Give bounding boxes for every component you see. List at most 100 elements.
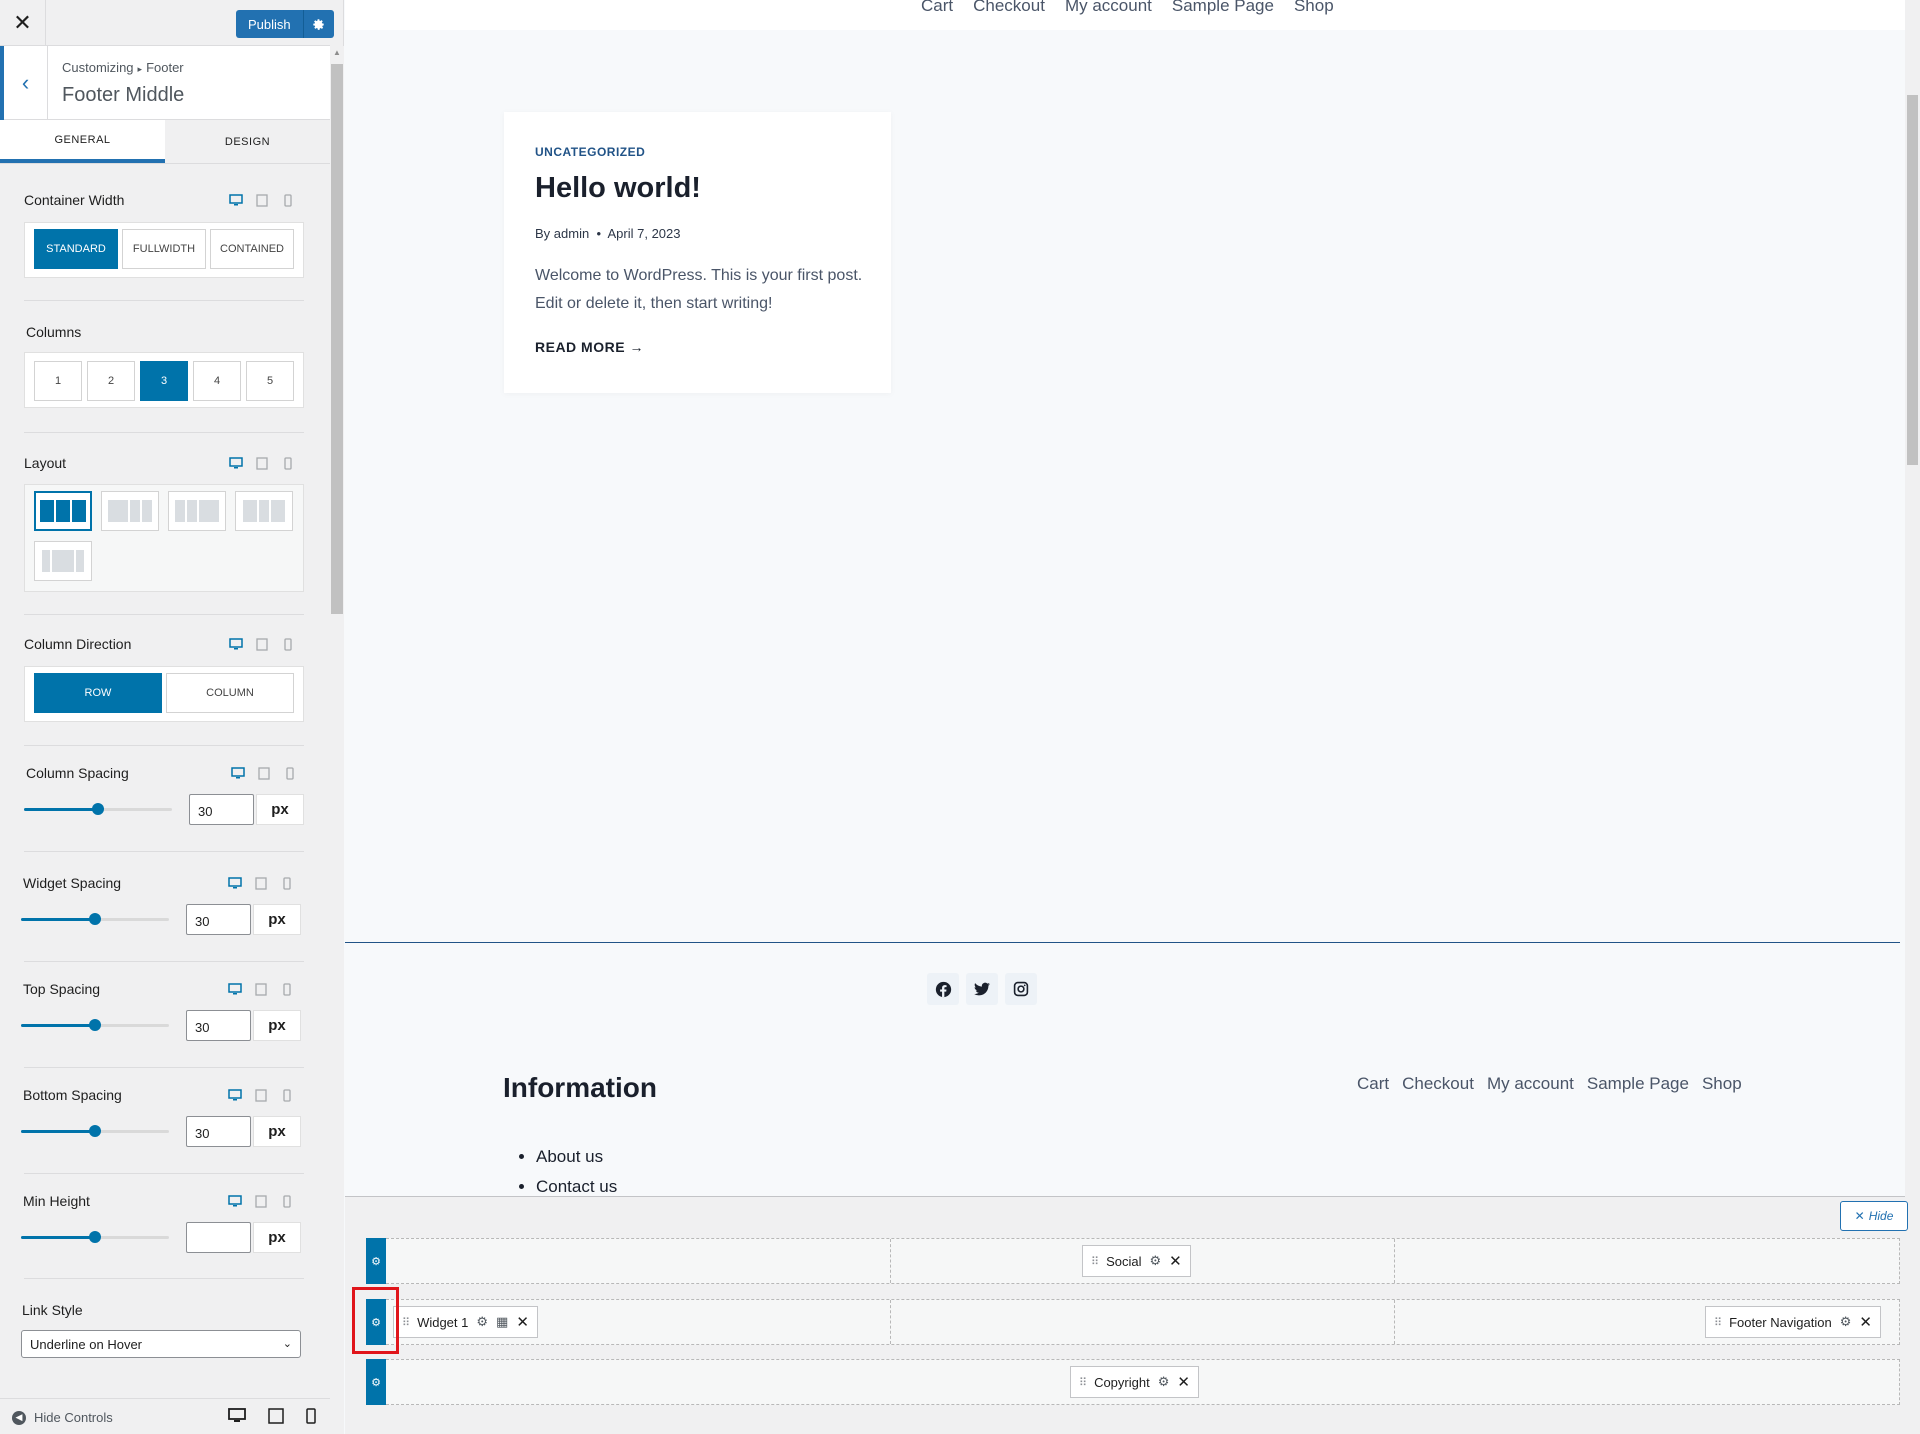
min-height-slider-handle[interactable]: [89, 1231, 101, 1243]
gear-icon[interactable]: ⚙: [476, 1314, 488, 1330]
columns-option-5[interactable]: 5: [246, 361, 294, 401]
mobile-icon[interactable]: [280, 636, 296, 652]
column-spacing-input[interactable]: 30: [189, 794, 254, 825]
layout-center-narrow[interactable]: [235, 491, 293, 531]
desktop-icon[interactable]: [228, 455, 244, 471]
tablet-icon[interactable]: [254, 192, 270, 208]
tablet-icon[interactable]: [254, 636, 270, 652]
mobile-icon[interactable]: [280, 455, 296, 471]
container-width-standard[interactable]: STANDARD: [34, 229, 118, 269]
nav-cart[interactable]: Cart: [921, 0, 953, 16]
builder-item-copyright[interactable]: ⠿ Copyright ⚙ ✕: [1070, 1366, 1199, 1398]
remove-icon[interactable]: ✕: [1177, 1373, 1190, 1391]
drag-handle-icon[interactable]: ⠿: [1714, 1316, 1722, 1329]
desktop-preview-icon[interactable]: [228, 1408, 246, 1429]
back-button[interactable]: ‹: [0, 46, 48, 120]
drag-handle-icon[interactable]: ⠿: [402, 1316, 410, 1329]
close-customizer-button[interactable]: ✕: [0, 0, 46, 46]
min-height-input[interactable]: [186, 1222, 251, 1253]
scroll-up-arrow-icon[interactable]: ▲: [333, 48, 341, 57]
layout-left-heavy[interactable]: [101, 491, 159, 531]
desktop-icon[interactable]: [228, 192, 244, 208]
footer-link-about-us[interactable]: About us: [536, 1142, 617, 1172]
builder-item-widget-1[interactable]: ⠿ Widget 1 ⚙ ▦ ✕: [393, 1306, 538, 1338]
tablet-icon[interactable]: [253, 981, 269, 997]
container-width-fullwidth[interactable]: FULLWIDTH: [122, 229, 206, 269]
layout-right-heavy[interactable]: [168, 491, 226, 531]
remove-icon[interactable]: ✕: [1169, 1252, 1182, 1270]
tab-design[interactable]: DESIGN: [165, 120, 330, 163]
mobile-icon[interactable]: [279, 981, 295, 997]
publish-button[interactable]: Publish: [236, 10, 304, 38]
desktop-icon[interactable]: [227, 1087, 243, 1103]
columns-option-1[interactable]: 1: [34, 361, 82, 401]
nav-checkout[interactable]: Checkout: [973, 0, 1045, 16]
layout-equal-thirds[interactable]: [34, 491, 92, 531]
footer-nav-shop[interactable]: Shop: [1702, 1074, 1742, 1094]
tab-general[interactable]: GENERAL: [0, 120, 165, 163]
widget-spacing-input[interactable]: 30: [186, 904, 251, 935]
row-settings-button[interactable]: ⚙: [366, 1359, 386, 1405]
top-spacing-slider-handle[interactable]: [89, 1019, 101, 1031]
gear-icon[interactable]: ⚙: [1840, 1314, 1852, 1330]
mobile-icon[interactable]: [279, 1193, 295, 1209]
hide-controls-button[interactable]: ◀ Hide Controls: [12, 1410, 113, 1425]
nav-sample-page[interactable]: Sample Page: [1172, 0, 1274, 16]
column-direction-column[interactable]: COLUMN: [166, 673, 294, 713]
builder-item-social[interactable]: ⠿ Social ⚙ ✕: [1082, 1245, 1191, 1277]
mobile-icon[interactable]: [279, 1087, 295, 1103]
desktop-icon[interactable]: [227, 1193, 243, 1209]
gear-icon[interactable]: ⚙: [1158, 1374, 1170, 1390]
drag-handle-icon[interactable]: ⠿: [1091, 1255, 1099, 1268]
drag-handle-icon[interactable]: ⠿: [1079, 1376, 1087, 1389]
remove-icon[interactable]: ✕: [516, 1313, 529, 1331]
remove-icon[interactable]: ✕: [1859, 1313, 1872, 1331]
facebook-icon[interactable]: [927, 973, 959, 1005]
publish-settings-button[interactable]: [303, 10, 334, 38]
nav-shop[interactable]: Shop: [1294, 0, 1334, 16]
tablet-icon[interactable]: [256, 765, 272, 781]
footer-nav-my-account[interactable]: My account: [1487, 1074, 1574, 1094]
link-style-select[interactable]: Underline on Hover ⌄: [21, 1330, 301, 1358]
mobile-preview-icon[interactable]: [306, 1408, 316, 1429]
desktop-icon[interactable]: [227, 981, 243, 997]
tablet-icon[interactable]: [254, 455, 270, 471]
desktop-icon[interactable]: [227, 875, 243, 891]
columns-option-4[interactable]: 4: [193, 361, 241, 401]
read-more-link[interactable]: READ MORE →: [535, 339, 644, 355]
desktop-icon[interactable]: [228, 636, 244, 652]
top-spacing-input[interactable]: 30: [186, 1010, 251, 1041]
footer-nav-sample-page[interactable]: Sample Page: [1587, 1074, 1689, 1094]
footer-nav-cart[interactable]: Cart: [1357, 1074, 1389, 1094]
columns-option-2[interactable]: 2: [87, 361, 135, 401]
post-category[interactable]: UNCATEGORIZED: [535, 145, 645, 159]
post-title[interactable]: Hello world!: [535, 172, 701, 205]
gear-icon[interactable]: ⚙: [1149, 1253, 1161, 1269]
nav-my-account[interactable]: My account: [1065, 0, 1152, 16]
bottom-spacing-slider-handle[interactable]: [89, 1125, 101, 1137]
footer-nav-checkout[interactable]: Checkout: [1402, 1074, 1474, 1094]
sidebar-scroll-thumb[interactable]: [331, 64, 343, 614]
column-spacing-slider-handle[interactable]: [92, 803, 104, 815]
post-author[interactable]: admin: [554, 226, 589, 241]
hide-builder-button[interactable]: ✕ Hide: [1840, 1201, 1908, 1231]
row-settings-button[interactable]: ⚙: [366, 1238, 386, 1284]
container-width-contained[interactable]: CONTAINED: [210, 229, 294, 269]
columns-option-3[interactable]: 3: [140, 361, 188, 401]
builder-item-footer-navigation[interactable]: ⠿ Footer Navigation ⚙ ✕: [1705, 1306, 1881, 1338]
twitter-icon[interactable]: [966, 973, 998, 1005]
widgets-icon[interactable]: ▦: [496, 1314, 508, 1330]
bottom-spacing-input[interactable]: 30: [186, 1116, 251, 1147]
builder-row-middle[interactable]: [366, 1299, 1900, 1345]
mobile-icon[interactable]: [282, 765, 298, 781]
desktop-icon[interactable]: [230, 765, 246, 781]
widget-spacing-slider-handle[interactable]: [89, 913, 101, 925]
mobile-icon[interactable]: [279, 875, 295, 891]
tablet-preview-icon[interactable]: [268, 1408, 284, 1429]
mobile-icon[interactable]: [280, 192, 296, 208]
tablet-icon[interactable]: [253, 1193, 269, 1209]
layout-center-wide[interactable]: [34, 541, 92, 581]
tablet-icon[interactable]: [253, 1087, 269, 1103]
tablet-icon[interactable]: [253, 875, 269, 891]
preview-scroll-thumb[interactable]: [1907, 95, 1918, 465]
